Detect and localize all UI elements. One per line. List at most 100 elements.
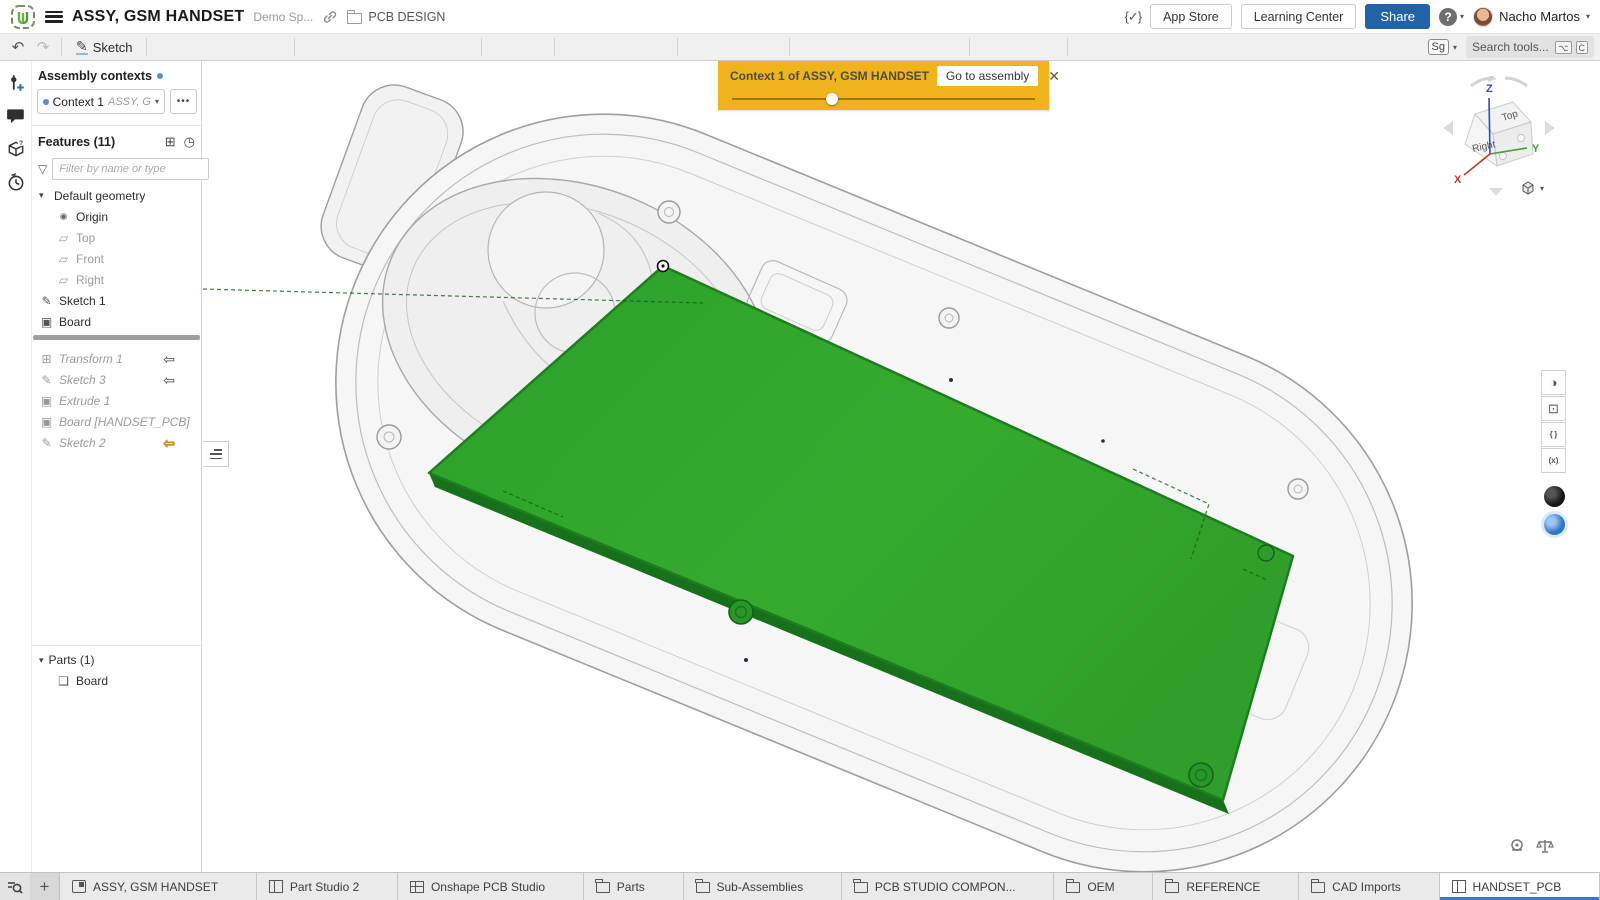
draft-icon[interactable] [351, 35, 375, 59]
sheet-metal-tab-icon[interactable] [1026, 35, 1050, 59]
split-icon[interactable] [586, 35, 610, 59]
feature-transform-1[interactable]: ⊞ Transform 1 ⇦ [32, 348, 201, 369]
hole-icon[interactable] [426, 35, 450, 59]
modify-fillet-icon[interactable] [611, 35, 635, 59]
offset-surface-icon[interactable] [759, 35, 783, 59]
delete-part-icon[interactable] [647, 35, 671, 59]
tape-measure-icon[interactable] [1508, 838, 1526, 854]
tab-parts[interactable]: Parts [584, 873, 684, 900]
feature-plane-top[interactable]: ▱ Top ⇦ [32, 227, 201, 248]
loft-icon[interactable] [228, 35, 252, 59]
configurations-icon[interactable] [6, 73, 26, 93]
extrude-icon[interactable] [153, 35, 177, 59]
delete-face-icon[interactable] [709, 35, 733, 59]
fillet-icon[interactable] [301, 35, 325, 59]
tab-handset-pcb[interactable]: HANDSET_PCB [1440, 873, 1600, 900]
render-blue-sphere-icon[interactable] [1544, 514, 1565, 535]
mirror-icon[interactable] [524, 35, 548, 59]
custom-feature-menu[interactable]: Sg ▾ [1428, 39, 1457, 55]
sheet-metal-caret-icon[interactable] [1051, 35, 1061, 59]
feature-origin[interactable]: ◉ Origin ⇦ [32, 206, 201, 227]
variable-icon[interactable] [932, 35, 938, 59]
search-tools-box[interactable]: Search tools... ⌥ C [1466, 36, 1594, 58]
feature-board-handset-pcb[interactable]: ▣ Board [HANDSET_PCB] ⇦ [32, 411, 201, 432]
feature-extrude-1[interactable]: ▣ Extrude 1 ⇦ [32, 390, 201, 411]
help-menu[interactable]: ? ▾ [1439, 8, 1464, 26]
hamburger-menu-icon[interactable] [45, 11, 63, 23]
sweep-icon[interactable] [203, 35, 227, 59]
filter-input[interactable] [52, 158, 209, 180]
thicken-caret-icon[interactable] [278, 35, 288, 59]
3d-viewport[interactable] [203, 61, 1600, 872]
pcb-sync-icon[interactable]: ⊡ [1541, 396, 1566, 421]
tab-pcb-studio-components[interactable]: PCB STUDIO COMPON... [842, 873, 1054, 900]
thicken-icon[interactable] [253, 35, 277, 59]
chamfer-icon[interactable] [326, 35, 350, 59]
pattern-caret-icon[interactable] [513, 35, 523, 59]
feature-list-flyout-button[interactable] [203, 441, 229, 467]
linear-pattern-icon[interactable] [488, 35, 512, 59]
sketch-button[interactable]: ✎ Sketch [68, 35, 140, 59]
tab-search-button[interactable] [0, 873, 30, 900]
rib-icon[interactable] [376, 35, 400, 59]
boolean-icon[interactable] [561, 35, 585, 59]
add-tab-button[interactable]: + [30, 873, 60, 900]
tab-reference[interactable]: REFERENCE [1153, 873, 1299, 900]
comments-icon[interactable] [6, 106, 26, 126]
frame-icon[interactable] [1224, 35, 1248, 59]
part-board[interactable]: ❏ Board [32, 670, 201, 691]
render-dark-sphere-icon[interactable] [1544, 486, 1565, 507]
tab-sub-assemblies[interactable]: Sub-Assemblies [684, 873, 842, 900]
rollback-bar[interactable] [33, 335, 200, 340]
extend-surface-icon[interactable] [1149, 35, 1173, 59]
close-icon[interactable]: ✕ [1046, 69, 1062, 83]
breadcrumb[interactable]: PCB DESIGN [347, 10, 445, 24]
curve-caret-icon[interactable] [846, 35, 856, 59]
revolve-icon[interactable] [178, 35, 202, 59]
feature-history-icon[interactable]: ◷ [184, 134, 195, 150]
enclose-icon[interactable] [1074, 35, 1098, 59]
feature-sketch-2[interactable]: ✎ Sketch 2 ⇦ [32, 432, 201, 453]
sheet-metal-flange-icon[interactable] [1001, 35, 1025, 59]
feature-plane-right[interactable]: ▱ Right ⇦ [32, 269, 201, 290]
split-face-icon[interactable] [1174, 35, 1198, 59]
learning-center-button[interactable]: Learning Center [1241, 4, 1357, 29]
parts-header[interactable]: ▾ Parts (1) [32, 650, 201, 670]
undo-icon[interactable]: ↶ [6, 35, 30, 59]
slider-knob[interactable] [826, 93, 838, 105]
feature-sketch-1[interactable]: ✎ Sketch 1 ⇦ [32, 290, 201, 311]
appearance-panel-icon[interactable]: ◑ [1541, 370, 1566, 395]
boss-icon[interactable] [451, 35, 475, 59]
tab-oem[interactable]: OEM [1054, 873, 1153, 900]
routing-icon[interactable] [1199, 35, 1223, 59]
move-face-icon[interactable] [684, 35, 708, 59]
variable-table-icon[interactable] [939, 35, 963, 59]
configuration-cube-icon[interactable]: { } [1541, 422, 1566, 447]
mid-surface-icon[interactable] [1124, 35, 1148, 59]
curve-icon[interactable] [821, 35, 845, 59]
feature-group-default-geometry[interactable]: ▾ Default geometry ⇦ [32, 185, 201, 206]
material-check-icon[interactable] [1249, 35, 1273, 59]
tab-cad-imports[interactable]: CAD Imports [1299, 873, 1439, 900]
shell-icon[interactable] [401, 35, 425, 59]
view-options-menu[interactable]: ▾ [1520, 180, 1544, 196]
tab-onshape-pcb-studio[interactable]: Onshape PCB Studio [398, 873, 584, 900]
filter-funnel-icon[interactable]: ▽ [38, 162, 47, 176]
sg-badge[interactable]: Sg [1428, 39, 1449, 55]
context-more-button[interactable]: ••• [170, 89, 197, 114]
share-button[interactable]: Share [1365, 4, 1430, 29]
user-menu[interactable]: Nacho Martos ▾ [1473, 7, 1590, 27]
replace-face-icon[interactable] [734, 35, 758, 59]
fill-surface-icon[interactable] [1099, 35, 1123, 59]
mass-properties-icon[interactable] [1536, 838, 1554, 854]
tab-part-studio-2[interactable]: Part Studio 2 [257, 873, 398, 900]
part-help-icon[interactable]: ? [6, 139, 26, 159]
rollback-slider[interactable] [732, 98, 1035, 100]
onshape-logo-icon[interactable] [10, 4, 36, 30]
new-folder-icon[interactable]: ⊞ [165, 134, 176, 150]
composite-curve-icon[interactable] [857, 35, 881, 59]
app-store-button[interactable]: App Store [1150, 4, 1232, 29]
help-icon[interactable]: ? [1439, 8, 1457, 26]
context-selector[interactable]: Context 1 ASSY, G. ▾ [37, 89, 165, 114]
feature-plane-front[interactable]: ▱ Front ⇦ [32, 248, 201, 269]
